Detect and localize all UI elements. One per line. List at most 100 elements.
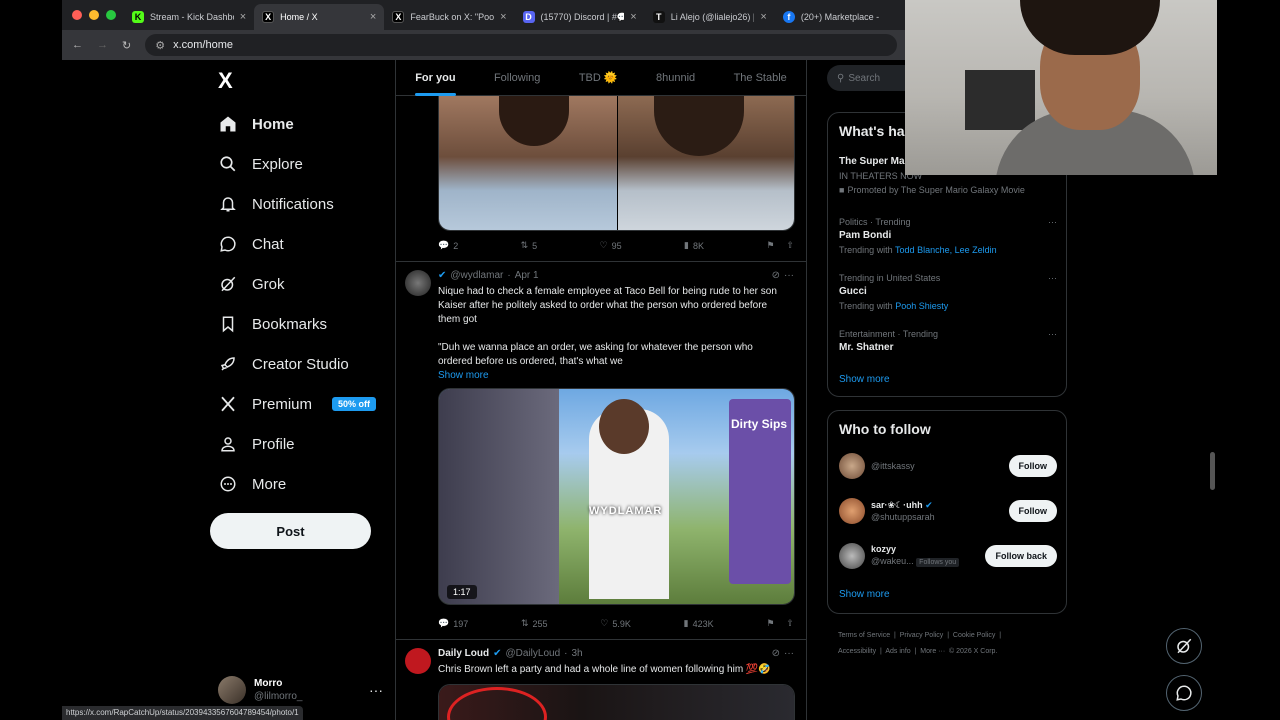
more-dots-icon[interactable]: ··· [1048, 327, 1057, 341]
more-dots-icon[interactable]: ··· [1048, 215, 1057, 229]
footer-link-cookie[interactable]: Cookie Policy [953, 632, 995, 639]
nav-item-home[interactable]: Home [218, 104, 376, 144]
trend-context: Trending in United States [839, 273, 941, 283]
footer-link-ads-info[interactable]: Ads info [885, 648, 910, 655]
tab-8hunnid[interactable]: 8hunnid [656, 60, 695, 96]
nav-item-more[interactable]: More [218, 464, 376, 504]
close-tab-icon[interactable]: × [240, 11, 246, 23]
like-button[interactable]: ♡ 95 [600, 240, 622, 251]
repost-button[interactable]: ⇅ 5 [521, 240, 538, 251]
repost-count: 255 [532, 618, 548, 629]
post-media-image[interactable] [438, 96, 795, 231]
post-author-name[interactable]: Daily Loud [438, 648, 489, 659]
nav-item-creator-studio[interactable]: Creator Studio [218, 344, 376, 384]
browser-tab[interactable]: T Li Alejo (@lialejo26) | × [645, 4, 775, 30]
avatar[interactable] [405, 270, 431, 296]
footer-link-terms[interactable]: Terms of Service [838, 632, 890, 639]
nav-item-premium[interactable]: Premium 50% off [218, 384, 377, 424]
like-button[interactable]: ♡ 5.9K [600, 618, 631, 629]
close-window-button[interactable] [72, 10, 82, 20]
follow-button[interactable]: Follow [1008, 455, 1057, 477]
show-more-link[interactable]: Show more [438, 369, 788, 383]
post-media-image[interactable] [438, 684, 795, 720]
bookmark-icon [218, 314, 238, 334]
tab-tbd[interactable]: TBD 🌞 [579, 60, 618, 96]
nav-item-explore[interactable]: Explore [218, 144, 376, 184]
bookmark-icon[interactable]: ⚑ [766, 240, 774, 251]
close-tab-icon[interactable]: × [630, 11, 636, 23]
avatar[interactable] [405, 648, 431, 674]
reload-icon[interactable]: ↻ [122, 39, 131, 52]
tab-the-stable[interactable]: The Stable [734, 60, 787, 96]
views-icon: ▮ [683, 618, 689, 628]
nav-item-grok[interactable]: Grok [218, 264, 376, 304]
grok-fab[interactable] [1166, 628, 1202, 664]
tab-title: (15770) Discord | #💬 [540, 11, 625, 22]
trend-with-link[interactable]: Pooh Shiesty [895, 301, 948, 311]
x-logo-icon[interactable]: X [218, 68, 233, 94]
follow-button[interactable]: Follow [1008, 500, 1057, 522]
browser-tab[interactable]: D (15770) Discord | #💬 × [515, 4, 645, 30]
maximize-window-button[interactable] [106, 10, 116, 20]
follow-suggestion[interactable]: sar·❀☾·uhh ✔ @shutuppsarah Follow [839, 496, 1057, 526]
show-more-link[interactable]: Show more [839, 589, 890, 600]
browser-tab[interactable]: f (20+) Marketplace - [775, 4, 905, 30]
follow-suggestion[interactable]: kozyy @wakeu... Follows you Follow back [839, 541, 1057, 571]
tab-following[interactable]: Following [494, 60, 540, 96]
post-handle[interactable]: @wydlamar [450, 270, 503, 281]
messages-fab[interactable] [1166, 675, 1202, 711]
browser-tab-active[interactable]: X Home / X × [254, 4, 385, 30]
footer-link-privacy[interactable]: Privacy Policy [900, 632, 944, 639]
close-tab-icon[interactable]: × [760, 11, 766, 23]
grok-icon[interactable]: ⊘ [772, 270, 780, 281]
person-icon [218, 434, 238, 454]
share-icon[interactable]: ⇧ [786, 618, 794, 629]
more-dots-icon[interactable]: ··· [369, 682, 383, 698]
show-more-link[interactable]: Show more [839, 374, 890, 385]
more-dots-icon[interactable]: ··· [1048, 271, 1057, 285]
site-settings-icon[interactable]: ⚙ [155, 39, 165, 52]
follow-suggestion[interactable]: @ittskassy Follow [839, 451, 1057, 481]
back-arrow-icon[interactable]: ← [72, 39, 83, 51]
address-bar[interactable]: ⚙ x.com/home [145, 34, 897, 56]
tab-for-you[interactable]: For you [415, 60, 456, 96]
post-date[interactable]: 3h [571, 648, 582, 659]
close-tab-icon[interactable]: × [370, 11, 376, 23]
nav-item-notifications[interactable]: Notifications [218, 184, 376, 224]
footer-link-more[interactable]: More ··· [920, 648, 945, 655]
footer-link-accessibility[interactable]: Accessibility [838, 648, 876, 655]
post-button[interactable]: Post [210, 513, 371, 549]
grok-icon[interactable]: ⊘ [772, 648, 780, 659]
browser-tab[interactable]: K Stream - Kick Dashbo × [124, 4, 254, 30]
repost-button[interactable]: ⇅ 255 [521, 618, 548, 629]
views-button[interactable]: ▮ 8K [684, 240, 704, 251]
home-icon [218, 114, 238, 134]
follow-back-button[interactable]: Follow back [985, 545, 1057, 567]
bookmark-icon[interactable]: ⚑ [766, 618, 774, 629]
scrollbar[interactable] [1210, 452, 1215, 490]
repost-count: 5 [532, 240, 538, 251]
minimize-window-button[interactable] [89, 10, 99, 20]
more-dots-icon[interactable]: ··· [784, 270, 794, 281]
more-dots-icon[interactable]: ··· [784, 648, 794, 659]
trend-item[interactable]: Entertainment · Trending Mr. Shatner ··· [839, 327, 1057, 355]
reply-button[interactable]: 💬 2 [438, 240, 458, 251]
nav-item-chat[interactable]: Chat [218, 224, 376, 264]
account-switcher[interactable]: Morro @lilmorro_ ··· [218, 674, 383, 706]
close-tab-icon[interactable]: × [500, 11, 506, 23]
search-input[interactable]: ⚲ Search [827, 65, 917, 91]
trend-item[interactable]: Politics · Trending Pam Bondi Trending w… [839, 215, 1057, 257]
nav-item-profile[interactable]: Profile [218, 424, 376, 464]
post-date[interactable]: Apr 1 [515, 270, 539, 281]
repost-icon: ⇅ [520, 240, 529, 250]
views-button[interactable]: ▮ 423K [684, 618, 714, 629]
nav-item-bookmarks[interactable]: Bookmarks [218, 304, 376, 344]
trend-with-link[interactable]: Todd Blanche, Lee Zeldin [895, 245, 997, 255]
forward-arrow-icon[interactable]: → [97, 39, 108, 51]
trend-item[interactable]: Trending in United States Gucci Trending… [839, 271, 1057, 313]
post-video[interactable]: Dirty Sips WYDLAMAR 1:17 [438, 388, 795, 605]
post-handle[interactable]: @DailyLoud [506, 648, 561, 659]
reply-button[interactable]: 💬 197 [438, 618, 468, 629]
share-icon[interactable]: ⇧ [786, 240, 794, 251]
browser-tab[interactable]: X FearBuck on X: "Pooh × [384, 4, 514, 30]
